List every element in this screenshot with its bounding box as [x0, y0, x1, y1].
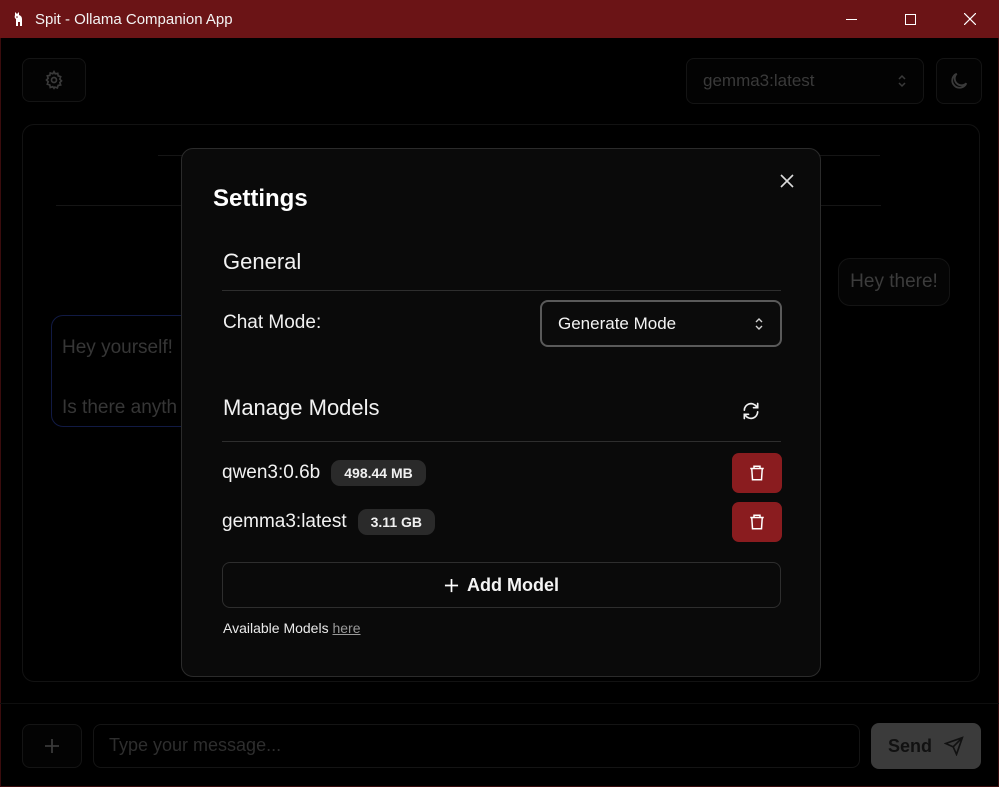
- title-bar: Spit - Ollama Companion App: [0, 0, 999, 38]
- model-select[interactable]: gemma3:latest: [686, 58, 924, 104]
- maximize-icon: [905, 13, 916, 25]
- chat-mode-value: Generate Mode: [558, 313, 677, 333]
- window-title: Spit - Ollama Companion App: [35, 10, 233, 28]
- chevron-updown-icon: [898, 74, 906, 88]
- close-window-button[interactable]: [940, 0, 999, 38]
- plus-icon: [45, 739, 59, 753]
- modal-title: Settings: [213, 185, 308, 212]
- send-icon: [944, 736, 964, 756]
- manage-models-heading: Manage Models: [223, 395, 380, 420]
- close-modal-button[interactable]: [780, 170, 794, 192]
- delete-model-button[interactable]: [732, 502, 782, 542]
- theme-toggle-button[interactable]: [936, 58, 982, 104]
- send-button[interactable]: Send: [871, 723, 981, 769]
- available-models-text: Available Models here: [223, 620, 361, 636]
- user-message-bubble: Hey there!: [838, 258, 950, 306]
- available-models-prefix: Available Models: [223, 620, 329, 636]
- trash-icon: [750, 514, 764, 530]
- chat-mode-select[interactable]: Generate Mode: [540, 300, 782, 347]
- model-name: gemma3:latest: [222, 511, 347, 532]
- chevron-updown-icon: [755, 317, 763, 330]
- chat-mode-label: Chat Mode:: [223, 312, 322, 333]
- settings-modal: Settings General Chat Mode: Generate Mod…: [181, 148, 821, 677]
- minimize-button[interactable]: [822, 0, 881, 38]
- selected-model-label: gemma3:latest: [703, 71, 815, 90]
- gear-icon: [45, 70, 63, 90]
- send-label: Send: [887, 735, 932, 756]
- add-model-label: Add Model: [467, 574, 559, 595]
- delete-model-button[interactable]: [732, 453, 782, 493]
- section-divider: [222, 441, 781, 442]
- message-input[interactable]: Type your message...: [93, 724, 860, 768]
- model-size-badge: 498.44 MB: [331, 460, 426, 486]
- refresh-models-button[interactable]: [736, 396, 766, 426]
- model-row: qwen3:0.6b 498.44 MB: [222, 453, 782, 493]
- refresh-icon: [743, 402, 759, 420]
- settings-button[interactable]: [22, 58, 86, 102]
- maximize-button[interactable]: [881, 0, 940, 38]
- model-name: qwen3:0.6b: [222, 462, 321, 483]
- minimize-icon: [846, 18, 857, 20]
- close-icon: [780, 174, 794, 188]
- close-icon: [963, 13, 976, 25]
- add-model-button[interactable]: Add Model: [222, 562, 781, 608]
- trash-icon: [750, 465, 764, 481]
- attach-button[interactable]: [22, 724, 82, 768]
- model-row: gemma3:latest 3.11 GB: [222, 502, 782, 542]
- moon-icon: [951, 72, 968, 89]
- plus-icon: [444, 578, 459, 592]
- section-divider: [222, 290, 781, 291]
- general-heading: General: [223, 249, 302, 274]
- model-size-badge: 3.11 GB: [357, 509, 435, 535]
- composer-divider: [0, 703, 999, 704]
- available-models-link[interactable]: here: [332, 620, 360, 636]
- llama-app-icon: [14, 12, 22, 26]
